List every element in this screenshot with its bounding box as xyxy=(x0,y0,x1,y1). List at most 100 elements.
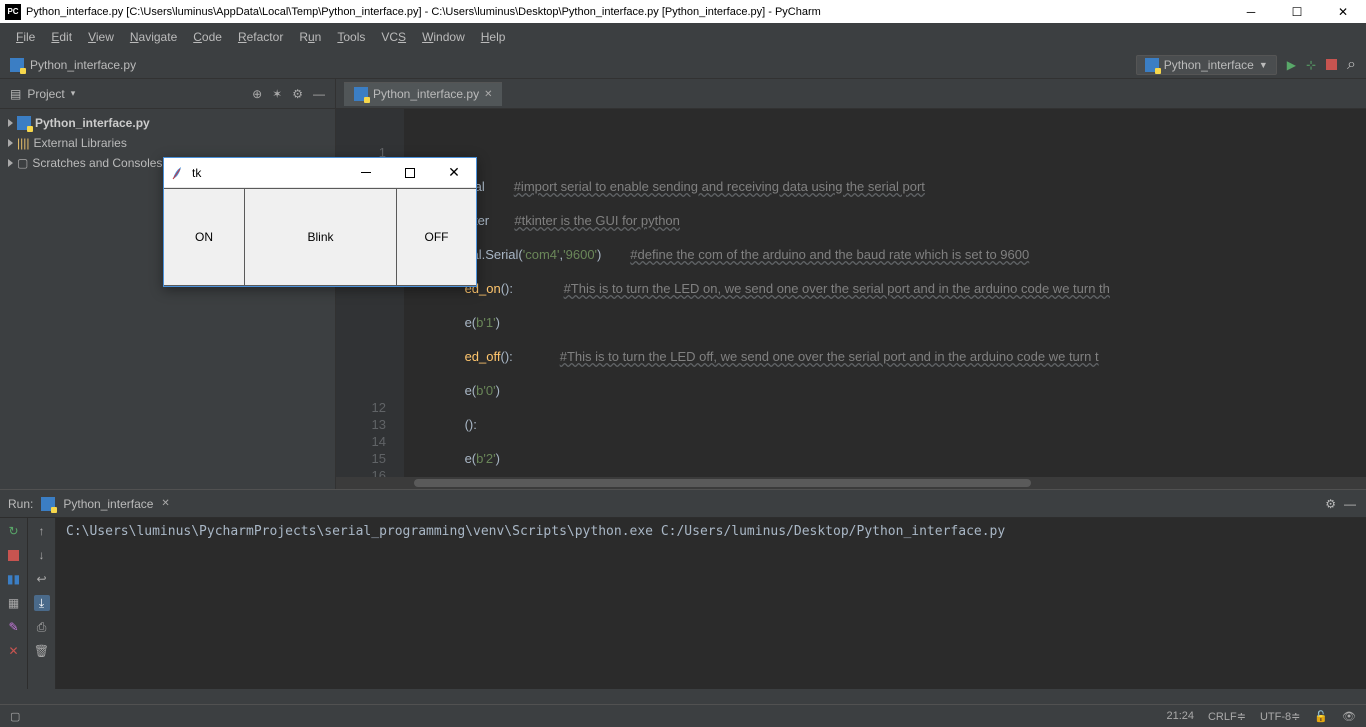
tree-item-label: External Libraries xyxy=(33,136,126,150)
run-body: ↻ ▮▮ ▦ ✎ ✕ ↑ ↓ ↩ ⤓ ⎙ 🗑 C:\Users\luminus\… xyxy=(0,518,1366,689)
debug-icon[interactable]: ⊹ xyxy=(1306,58,1316,72)
status-left-icon[interactable]: ▢ xyxy=(10,710,20,723)
tk-blink-button[interactable]: Blink xyxy=(244,188,396,286)
collapse-icon[interactable]: ⊕ xyxy=(252,87,262,101)
python-file-icon xyxy=(10,58,24,72)
stop-icon[interactable] xyxy=(6,547,22,563)
os-titlebar: PC Python_interface.py [C:\Users\luminus… xyxy=(0,0,1366,23)
stop-icon[interactable] xyxy=(1326,59,1337,70)
python-file-icon xyxy=(1145,58,1159,72)
status-bar: ▢ 21:24 CRLF≑ UTF-8≑ 🔓 👁 xyxy=(0,704,1366,727)
line-separator[interactable]: CRLF≑ xyxy=(1208,710,1246,723)
menu-refactor[interactable]: Refactor xyxy=(230,30,291,44)
python-file-icon xyxy=(17,116,31,130)
expand-icon[interactable] xyxy=(8,139,13,147)
run-tab-label[interactable]: Python_interface xyxy=(63,497,153,511)
layout-icon[interactable]: ▦ xyxy=(6,595,22,611)
menu-code[interactable]: Code xyxy=(185,30,230,44)
navigation-bar: Python_interface.py Python_interface ▼ ▶… xyxy=(0,51,1366,79)
python-file-icon xyxy=(41,497,55,511)
readonly-icon[interactable]: 🔓 xyxy=(1314,710,1328,723)
wrap-icon[interactable]: ↩ xyxy=(34,571,50,587)
menu-edit[interactable]: Edit xyxy=(43,30,80,44)
menu-vcs[interactable]: VCS xyxy=(373,30,414,44)
maximize-button[interactable]: ☐ xyxy=(1274,0,1320,23)
code-editor[interactable]: 123 12131415161718192021 import serial #… xyxy=(336,109,1366,477)
run-tool-window: Run: Python_interface ✕ — ↻ ▮▮ ▦ ✎ ✕ ↑ ↓… xyxy=(0,489,1366,689)
down-icon[interactable]: ↓ xyxy=(34,547,50,563)
tk-window-title: tk xyxy=(192,166,344,180)
project-title[interactable]: Project xyxy=(27,87,64,101)
menu-view[interactable]: View xyxy=(80,30,122,44)
close-tab-icon[interactable]: ✕ xyxy=(484,89,492,100)
file-encoding[interactable]: UTF-8≑ xyxy=(1260,710,1300,723)
pin-icon[interactable]: ✎ xyxy=(6,619,22,635)
pycharm-icon: PC xyxy=(5,4,21,20)
menu-navigate[interactable]: Navigate xyxy=(122,30,185,44)
scroll-icon[interactable]: ⤓ xyxy=(34,595,50,611)
tree-item-label: Scratches and Consoles xyxy=(32,156,162,170)
tk-body: ON Blink OFF xyxy=(164,188,476,286)
close-button[interactable]: ✕ xyxy=(1320,0,1366,23)
expand-icon[interactable] xyxy=(8,119,13,127)
project-tool-icon: ▤ xyxy=(10,87,21,101)
locate-icon[interactable]: ✶ xyxy=(272,87,282,101)
print-icon[interactable]: ⎙ xyxy=(34,619,50,635)
minimize-button[interactable]: ─ xyxy=(1228,0,1274,23)
gear-icon[interactable] xyxy=(1325,497,1336,511)
run-toolbar-primary: ↻ ▮▮ ▦ ✎ ✕ xyxy=(0,518,28,689)
expand-icon[interactable] xyxy=(8,159,13,167)
tk-close-button[interactable]: ✕ xyxy=(432,158,476,188)
up-icon[interactable]: ↑ xyxy=(34,523,50,539)
cursor-position[interactable]: 21:24 xyxy=(1166,710,1194,723)
inspection-icon[interactable]: 👁 xyxy=(1342,710,1356,723)
hide-icon[interactable]: — xyxy=(313,87,325,101)
scratches-icon: ▢ xyxy=(17,156,28,170)
library-icon: |||| xyxy=(17,136,29,150)
run-config-label: Python_interface xyxy=(1164,58,1254,72)
editor-tabs: Python_interface.py ✕ xyxy=(336,79,1366,109)
run-panel-header: Run: Python_interface ✕ — xyxy=(0,490,1366,518)
chevron-down-icon: ▼ xyxy=(1259,60,1268,70)
run-config-selector[interactable]: Python_interface ▼ xyxy=(1136,55,1277,75)
horizontal-scrollbar[interactable] xyxy=(336,477,1366,489)
menu-tools[interactable]: Tools xyxy=(329,30,373,44)
tk-feather-icon xyxy=(170,165,186,181)
pause-icon[interactable]: ▮▮ xyxy=(6,571,22,587)
trash-icon[interactable]: 🗑 xyxy=(34,643,50,659)
rerun-icon[interactable]: ↻ xyxy=(6,523,22,539)
tkinter-window[interactable]: tk ✕ ON Blink OFF xyxy=(163,157,477,287)
close-icon[interactable]: ✕ xyxy=(6,643,22,659)
breadcrumb-file[interactable]: Python_interface.py xyxy=(30,58,136,72)
search-icon[interactable] xyxy=(1347,56,1356,74)
editor: Python_interface.py ✕ 123 12131415161718… xyxy=(336,79,1366,489)
tk-titlebar[interactable]: tk ✕ xyxy=(164,158,476,188)
code-content[interactable]: import serial #import serial to enable s… xyxy=(414,160,1366,477)
menu-run[interactable]: Run xyxy=(291,30,329,44)
chevron-down-icon[interactable]: ▾ xyxy=(71,88,76,99)
console-output[interactable]: C:\Users\luminus\PycharmProjects\serial_… xyxy=(56,518,1366,689)
tree-item-label: Python_interface.py xyxy=(35,116,150,130)
menu-help[interactable]: Help xyxy=(473,30,514,44)
run-panel-title: Run: xyxy=(8,497,33,511)
window-controls: ─ ☐ ✕ xyxy=(1228,0,1366,23)
tk-on-button[interactable]: ON xyxy=(164,188,244,286)
close-tab-icon[interactable]: ✕ xyxy=(161,498,169,509)
hide-icon[interactable]: — xyxy=(1344,497,1356,511)
gear-icon[interactable] xyxy=(292,87,303,101)
tree-item[interactable]: |||| External Libraries xyxy=(0,133,335,153)
main-menu: File Edit View Navigate Code Refactor Ru… xyxy=(0,23,1366,51)
run-icon[interactable]: ▶ xyxy=(1287,58,1296,72)
python-file-icon xyxy=(354,87,368,101)
window-title: Python_interface.py [C:\Users\luminus\Ap… xyxy=(26,6,1228,18)
editor-tab[interactable]: Python_interface.py ✕ xyxy=(344,82,502,106)
editor-tab-label: Python_interface.py xyxy=(373,87,479,101)
tree-item[interactable]: Python_interface.py xyxy=(0,113,335,133)
tk-minimize-button[interactable] xyxy=(344,158,388,188)
menu-file[interactable]: File xyxy=(8,30,43,44)
menu-window[interactable]: Window xyxy=(414,30,473,44)
project-header: ▤ Project ▾ ⊕ ✶ — xyxy=(0,79,335,109)
tk-off-button[interactable]: OFF xyxy=(396,188,476,286)
run-toolbar-secondary: ↑ ↓ ↩ ⤓ ⎙ 🗑 xyxy=(28,518,56,689)
tk-maximize-button[interactable] xyxy=(388,158,432,188)
